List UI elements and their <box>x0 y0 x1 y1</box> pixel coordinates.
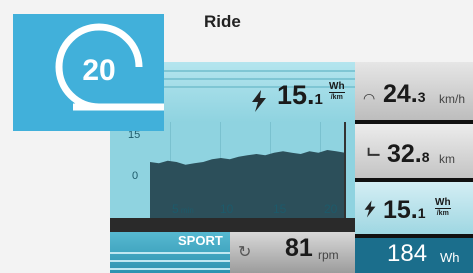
range-badge: 20 <box>13 14 164 131</box>
speed-value: 24.3 <box>383 80 426 108</box>
ride-dashboard: 15.1 Wh/km 15 0 5 min 10 15 20 SPORT ↻ 8… <box>110 62 473 273</box>
efficiency-unit: Wh/km <box>435 197 451 217</box>
speedometer-icon: ◠ <box>363 90 376 106</box>
cadence-value: 81 <box>285 234 313 262</box>
distance-ruler-icon: ┗━ <box>365 148 380 162</box>
range-badge-value: 20 <box>82 54 116 87</box>
metrics-column: ◠ 24.3 km/h ┗━ 32.8 km 15.1 Wh/km 184 Wh <box>355 62 473 273</box>
pedal-crank-icon: ↻ <box>238 244 252 261</box>
sport-mode-label: SPORT <box>178 233 223 248</box>
lightning-bolt-icon <box>364 200 376 218</box>
x-tick-label: 20 <box>324 202 338 216</box>
header-efficiency-value: 15.1 <box>277 80 323 110</box>
distance-value: 32.8 <box>387 140 430 168</box>
mode-stripe <box>110 268 230 270</box>
x-tick-label: 5 min <box>172 202 194 216</box>
mode-stripe <box>110 252 230 254</box>
energy-unit: Wh <box>440 250 460 265</box>
mode-stripe <box>110 260 230 262</box>
current-position-marker <box>344 122 346 218</box>
distance-unit: km <box>439 152 455 166</box>
energy-value: 184 <box>387 240 428 267</box>
x-tick-label: 15 <box>273 202 287 216</box>
y-tick-label: 0 <box>132 170 139 182</box>
x-tick-label: 10 <box>220 202 234 216</box>
lightning-bolt-icon <box>252 90 266 112</box>
efficiency-value: 15.1 <box>383 196 426 224</box>
speed-unit: km/h <box>439 92 466 106</box>
page-title: Ride <box>204 12 241 31</box>
cadence-unit: rpm <box>318 248 339 262</box>
header-efficiency-unit: Wh/km <box>329 81 345 101</box>
